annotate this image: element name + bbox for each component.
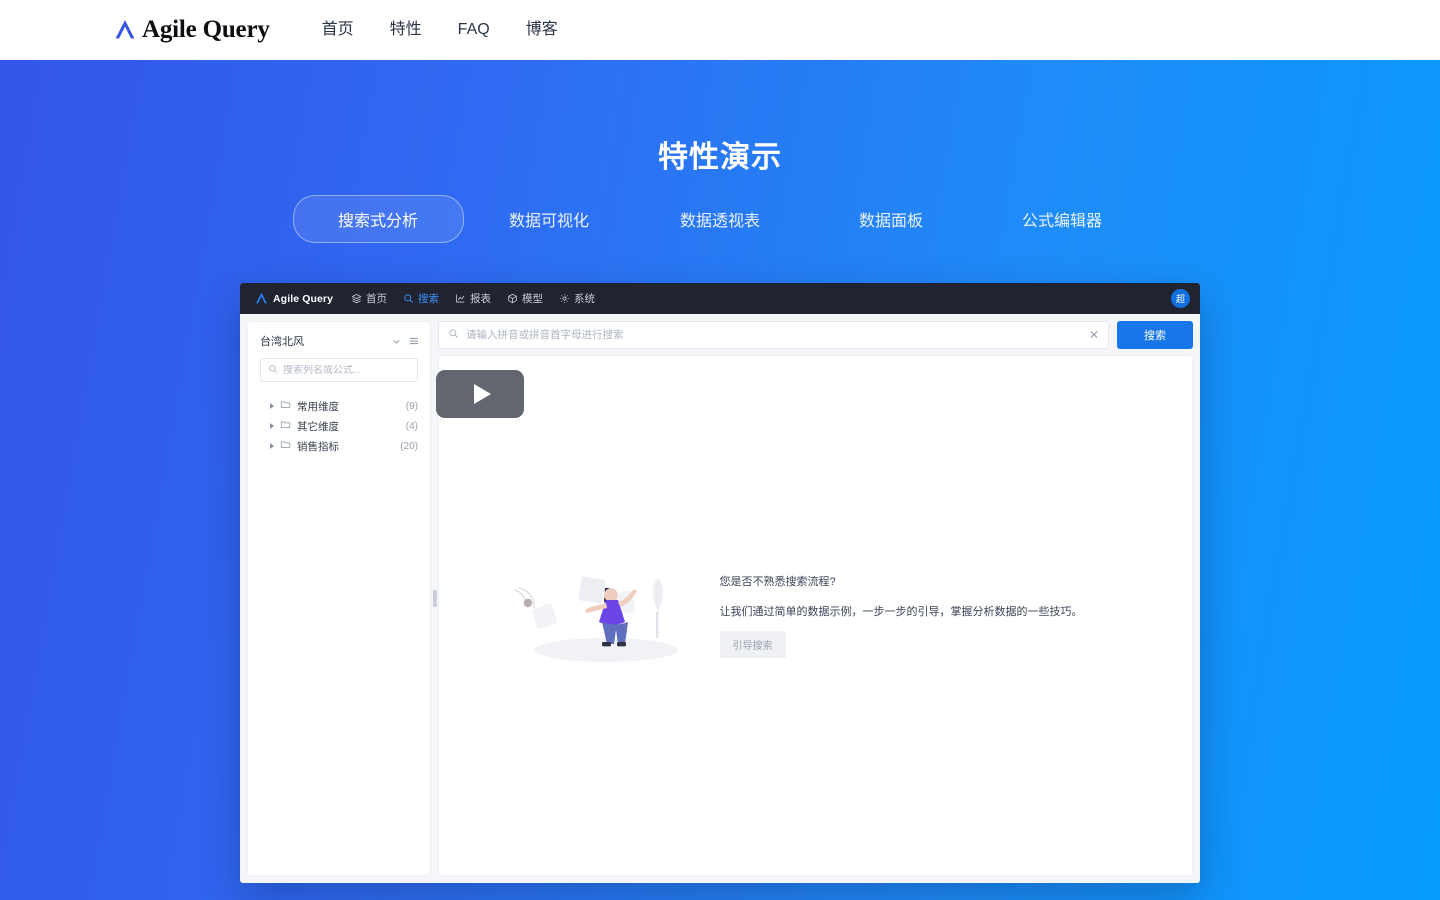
folder-icon [280, 399, 291, 413]
hero-section: 特性演示 搜索式分析 数据可视化 数据透视表 数据面板 公式编辑器 Agile … [0, 60, 1440, 900]
resize-handle[interactable] [432, 590, 437, 607]
app-topbar: Agile Query 首页 搜索 报表 模型 系统 超 [240, 283, 1200, 314]
chevron-down-icon[interactable] [391, 336, 402, 347]
page-title: 特性演示 [658, 141, 782, 174]
tree-item-count: (9) [405, 400, 418, 412]
main-search-input[interactable] [466, 329, 1082, 341]
agile-query-logo-icon [112, 17, 138, 43]
empty-state-text: 您是否不熟悉搜索流程? 让我们通过简单的数据示例，一步一步的引导，掌握分析数据的… [716, 573, 1126, 658]
guided-search-button[interactable]: 引导搜索 [719, 631, 786, 658]
tree-item-count: (20) [400, 440, 418, 452]
close-icon[interactable]: ✕ [1089, 329, 1099, 341]
dataset-name: 台湾北风 [260, 336, 304, 348]
nav-item-blog[interactable]: 博客 [508, 0, 576, 60]
nav-item-faq[interactable]: FAQ [440, 0, 508, 60]
app-nav-home-label: 首页 [366, 293, 388, 305]
field-tree: 常用维度 (9) 其它维度 (4) 销售指标 (20) [248, 396, 430, 456]
main-search-field[interactable]: ✕ [438, 321, 1109, 349]
search-icon [448, 326, 459, 344]
folder-icon [280, 439, 291, 453]
sidebar-search-field[interactable] [260, 358, 418, 382]
app-nav-model[interactable]: 模型 [507, 291, 543, 306]
tree-item-other-dimensions[interactable]: 其它维度 (4) [248, 416, 430, 436]
sidebar-search-input[interactable] [283, 364, 410, 376]
tab-search-analysis[interactable]: 搜索式分析 [292, 195, 464, 243]
play-triangle [473, 384, 491, 404]
layers-icon [351, 293, 362, 304]
dataset-sidebar: 台湾北风 搜索列名或公式... 常用维度 (9) 其它维度 (4) 销售指标 (… [247, 321, 431, 876]
caret-right-icon[interactable] [270, 443, 274, 449]
play-button-icon[interactable] [436, 370, 524, 418]
app-nav-search-label: 搜索 [418, 293, 440, 305]
folder-icon [280, 419, 291, 433]
gear-icon [559, 293, 570, 304]
tab-pivot-table[interactable]: 数据透视表 [635, 195, 806, 243]
avatar[interactable]: 超 [1171, 289, 1190, 308]
tree-item-label: 销售指标 [297, 440, 339, 453]
app-nav-model-label: 模型 [522, 293, 544, 305]
app-nav-reports[interactable]: 报表 [455, 291, 491, 306]
tab-data-visualization[interactable]: 数据可视化 [464, 195, 635, 243]
app-demo-screenshot: Agile Query 首页 搜索 报表 模型 系统 超 台湾北风 搜索列名或公… [240, 283, 1200, 883]
app-logo-icon [254, 291, 269, 306]
search-toolbar: ✕ 搜索 [438, 321, 1193, 349]
app-brand-name: Agile Query [273, 292, 334, 305]
app-body: 台湾北风 搜索列名或公式... 常用维度 (9) 其它维度 (4) 销售指标 (… [240, 314, 1200, 883]
app-nav: 首页 搜索 报表 模型 系统 [351, 291, 595, 306]
tree-item-sales-metrics[interactable]: 销售指标 (20) [248, 436, 430, 456]
search-icon [403, 293, 414, 304]
search-main-panel: ✕ 搜索 [438, 321, 1193, 876]
app-nav-system-label: 系统 [574, 293, 596, 305]
feature-tabbar: 搜索式分析 数据可视化 数据透视表 数据面板 公式编辑器 [0, 195, 1440, 243]
chart-icon [455, 293, 466, 304]
person-with-floating-cards-illustration [506, 566, 706, 666]
search-button[interactable]: 搜索 [1117, 321, 1193, 349]
results-canvas: 您是否不熟悉搜索流程? 让我们通过简单的数据示例，一步一步的引导，掌握分析数据的… [438, 355, 1193, 876]
tree-item-count: (4) [405, 420, 418, 432]
site-nav: 首页 特性 FAQ 博客 [306, 0, 576, 60]
nav-item-home[interactable]: 首页 [306, 0, 372, 60]
app-nav-home[interactable]: 首页 [351, 291, 387, 306]
empty-state-question: 您是否不熟悉搜索流程? [719, 576, 836, 588]
tree-item-label: 常用维度 [297, 400, 339, 413]
tree-item-common-dimensions[interactable]: 常用维度 (9) [248, 396, 430, 416]
tab-data-dashboard[interactable]: 数据面板 [806, 195, 977, 243]
hamburger-menu-icon[interactable] [408, 335, 420, 347]
app-nav-search[interactable]: 搜索 [403, 291, 439, 306]
empty-state-guide: 您是否不熟悉搜索流程? 让我们通过简单的数据示例，一步一步的引导，掌握分析数据的… [506, 566, 1126, 666]
caret-right-icon[interactable] [270, 423, 274, 429]
caret-right-icon[interactable] [270, 403, 274, 409]
app-nav-reports-label: 报表 [470, 293, 492, 305]
app-nav-system[interactable]: 系统 [559, 291, 595, 306]
nav-item-features[interactable]: 特性 [372, 0, 440, 60]
brand-logo[interactable]: Agile Query [112, 16, 270, 44]
empty-state-description: 让我们通过简单的数据示例，一步一步的引导，掌握分析数据的一些技巧。 [719, 606, 1083, 618]
brand-name: Agile Query [142, 16, 270, 43]
search-icon [268, 361, 278, 379]
dataset-header: 台湾北风 [248, 326, 430, 356]
cube-icon [507, 293, 518, 304]
tree-item-label: 其它维度 [297, 420, 339, 433]
site-header: Agile Query 首页 特性 FAQ 博客 [0, 0, 1440, 60]
tab-formula-editor[interactable]: 公式编辑器 [977, 195, 1148, 243]
